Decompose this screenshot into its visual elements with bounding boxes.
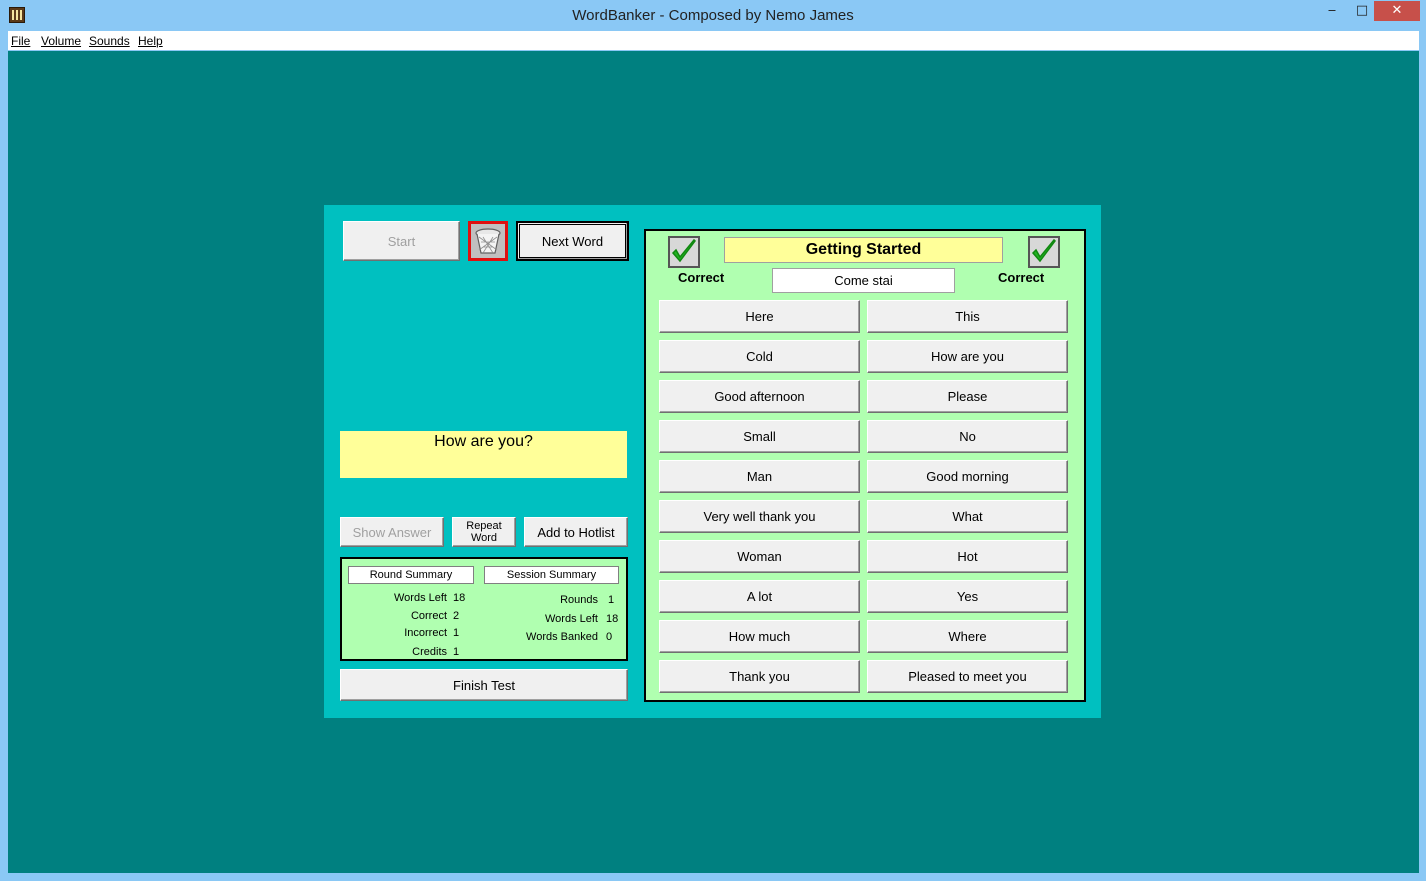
word-button[interactable]: How are you	[867, 340, 1068, 373]
menu-bar: File Volume Sounds Help	[8, 31, 1419, 50]
show-answer-button[interactable]: Show Answer	[340, 517, 444, 547]
round-incorrect-label: Incorrect	[404, 627, 447, 639]
menu-file[interactable]: File	[11, 34, 30, 48]
window-title: WordBanker - Composed by Nemo James	[572, 7, 854, 24]
session-words-banked-value: 0	[606, 631, 613, 643]
round-summary-header: Round Summary	[348, 566, 474, 584]
wastebasket-button[interactable]	[468, 221, 508, 261]
title-bar[interactable]: WordBanker - Composed by Nemo James ‒ □ …	[0, 0, 1426, 30]
word-button[interactable]: Thank you	[659, 660, 860, 693]
round-incorrect-value: 1	[453, 627, 460, 639]
session-words-left-label: Words Left	[545, 613, 598, 625]
word-button[interactable]: How much	[659, 620, 860, 653]
round-words-left-label: Words Left	[394, 592, 447, 604]
next-word-button[interactable]: Next Word	[516, 221, 629, 261]
menu-help[interactable]: Help	[138, 34, 163, 48]
wastebasket-icon	[475, 228, 501, 254]
session-words-left-value: 18	[606, 613, 619, 625]
summary-panel: Round Summary Session Summary Words Left…	[340, 557, 628, 661]
round-correct-value: 2	[453, 610, 460, 622]
round-credits-label: Credits	[412, 646, 447, 658]
word-button[interactable]: Hot	[867, 540, 1068, 573]
word-button[interactable]: Cold	[659, 340, 860, 373]
add-to-hotlist-button[interactable]: Add to Hotlist	[524, 517, 628, 547]
repeat-word-label-line2: Word	[470, 532, 498, 544]
session-rounds-value: 1	[608, 594, 615, 606]
session-rounds-label: Rounds	[560, 594, 598, 606]
maximize-button[interactable]: □	[1348, 1, 1376, 21]
next-word-label: Next Word	[541, 233, 604, 249]
word-button[interactable]: Small	[659, 420, 860, 453]
word-button[interactable]: Man	[659, 460, 860, 493]
word-button[interactable]: Good morning	[867, 460, 1068, 493]
word-button[interactable]: Pleased to meet you	[867, 660, 1068, 693]
round-correct-label: Correct	[410, 610, 447, 622]
checkmark-icon	[671, 238, 696, 263]
game-title: Getting Started	[724, 237, 1003, 263]
round-words-left-value: 18	[453, 592, 466, 604]
menu-sounds[interactable]: Sounds	[89, 34, 130, 48]
question-display: How are you?	[340, 431, 627, 478]
word-button[interactable]: Very well thank you	[659, 500, 860, 533]
right-check-box	[1028, 236, 1060, 268]
close-button[interactable]: ✕	[1374, 1, 1420, 21]
left-correct-label: Correct	[678, 270, 725, 285]
word-button[interactable]: Good afternoon	[659, 380, 860, 413]
menu-volume[interactable]: Volume	[41, 34, 81, 48]
session-words-banked-label: Words Banked	[526, 631, 598, 643]
finish-test-button[interactable]: Finish Test	[340, 669, 628, 701]
start-button[interactable]: Start	[343, 221, 460, 261]
checkmark-icon	[1031, 238, 1056, 263]
word-button[interactable]: Yes	[867, 580, 1068, 613]
word-button[interactable]: No	[867, 420, 1068, 453]
answer-field: Come stai	[772, 268, 955, 293]
word-button[interactable]: This	[867, 300, 1068, 333]
word-button[interactable]: Please	[867, 380, 1068, 413]
round-credits-value: 1	[453, 646, 460, 658]
word-button[interactable]: Here	[659, 300, 860, 333]
minimize-button[interactable]: ‒	[1318, 1, 1346, 21]
repeat-word-label-line1: Repeat	[466, 520, 502, 532]
repeat-word-button[interactable]: Repeat Word	[452, 517, 516, 547]
session-summary-header: Session Summary	[484, 566, 619, 584]
word-button[interactable]: Woman	[659, 540, 860, 573]
word-button[interactable]: Where	[867, 620, 1068, 653]
word-button[interactable]: What	[867, 500, 1068, 533]
left-check-box	[668, 236, 700, 268]
right-correct-label: Correct	[998, 270, 1045, 285]
word-button[interactable]: A lot	[659, 580, 860, 613]
